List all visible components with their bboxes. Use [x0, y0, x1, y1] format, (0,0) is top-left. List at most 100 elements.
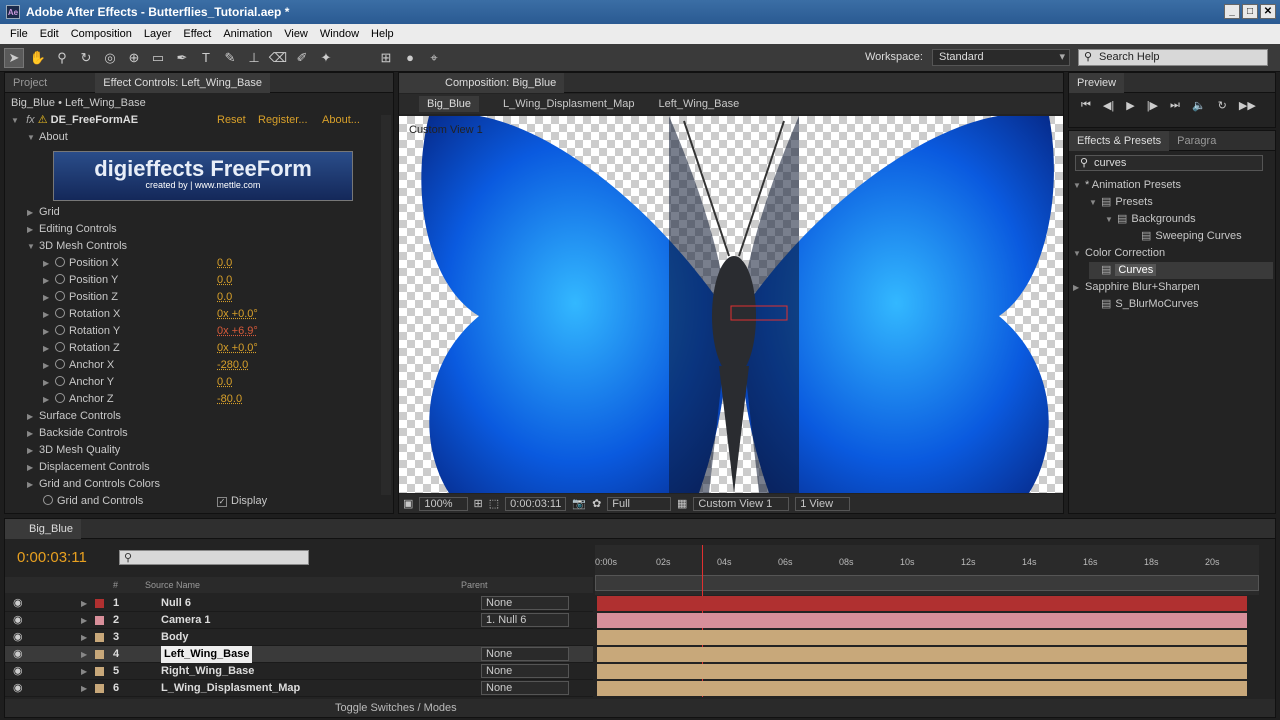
puppet-tool-icon[interactable]: ✦: [316, 48, 336, 68]
section-3d-mesh-controls[interactable]: 3D Mesh Controls: [39, 240, 127, 252]
timeline-current-time[interactable]: 0:00:03:11: [17, 549, 87, 566]
collapse-triangle-icon[interactable]: ▶: [81, 680, 87, 697]
section-grid[interactable]: Grid: [39, 206, 60, 218]
stopwatch-icon[interactable]: [55, 359, 65, 369]
param-value[interactable]: 0x +0.0°: [217, 340, 258, 357]
rotate-tool-icon[interactable]: ↻: [76, 48, 96, 68]
close-button[interactable]: ✕: [1260, 4, 1276, 19]
clone-tool-icon[interactable]: ⊥: [244, 48, 264, 68]
display-checkbox[interactable]: ✓: [217, 497, 227, 507]
collapse-triangle-icon[interactable]: ▶: [27, 425, 39, 442]
workspace-select[interactable]: Standard ▾: [932, 49, 1070, 66]
about-link[interactable]: About...: [322, 112, 360, 129]
label-color-swatch[interactable]: [95, 684, 104, 693]
stopwatch-icon[interactable]: [55, 325, 65, 335]
fx-icon[interactable]: fx: [26, 114, 35, 126]
label-color-swatch[interactable]: [95, 599, 104, 608]
crumb-l-wing-map[interactable]: L_Wing_Displasment_Map: [503, 98, 634, 110]
layer-name[interactable]: Left_Wing_Base: [161, 646, 253, 663]
safe-zones-icon[interactable]: ⊞: [474, 497, 483, 510]
section-editing-controls[interactable]: Editing Controls: [39, 223, 117, 235]
hand-tool-icon[interactable]: ✋: [28, 48, 48, 68]
zoom-tool-icon[interactable]: ⚲: [52, 48, 72, 68]
param-value[interactable]: 0.0: [217, 255, 232, 272]
parent-select[interactable]: None: [481, 647, 569, 661]
selection-tool-icon[interactable]: ➤: [4, 47, 24, 68]
collapse-triangle-icon[interactable]: ▶: [27, 221, 39, 238]
parent-select[interactable]: None: [481, 664, 569, 678]
tab-timeline[interactable]: Big_Blue: [5, 518, 82, 539]
timeline-search-input[interactable]: ⚲: [119, 550, 309, 565]
table-row[interactable]: ◉ ▶ 5 Right_Wing_Base None: [5, 663, 593, 680]
about-section[interactable]: About: [39, 131, 68, 143]
pan-behind-tool-icon[interactable]: ⊕: [124, 48, 144, 68]
collapse-triangle-icon[interactable]: ▶: [43, 255, 55, 272]
rectangle-tool-icon[interactable]: ▭: [148, 48, 168, 68]
menu-window[interactable]: Window: [314, 28, 365, 40]
layer-name[interactable]: L_Wing_Displasment_Map: [161, 680, 300, 697]
view-select[interactable]: Custom View 1: [693, 496, 790, 511]
text-tool-icon[interactable]: T: [196, 48, 216, 68]
tab-preview[interactable]: Preview: [1069, 72, 1125, 93]
expand-triangle-icon[interactable]: ▼: [11, 112, 23, 129]
collapse-triangle-icon[interactable]: ▶: [43, 340, 55, 357]
menu-effect[interactable]: Effect: [177, 28, 217, 40]
search-help-input[interactable]: ⚲ Search Help: [1078, 49, 1268, 66]
param-value[interactable]: -80.0: [217, 391, 242, 408]
collapse-triangle-icon[interactable]: ▶: [81, 612, 87, 629]
table-row[interactable]: ◉ ▶ 6 L_Wing_Displasment_Map None: [5, 680, 593, 697]
eye-icon[interactable]: ◉: [13, 629, 23, 646]
param-value[interactable]: -280.0: [217, 357, 248, 374]
stopwatch-icon[interactable]: [55, 308, 65, 318]
collapse-triangle-icon[interactable]: ▶: [81, 646, 87, 663]
layer-duration-bar[interactable]: [597, 630, 1247, 645]
stopwatch-icon[interactable]: [55, 342, 65, 352]
layer-duration-bar[interactable]: [597, 613, 1247, 628]
crumb-big-blue[interactable]: Big_Blue: [419, 96, 480, 112]
param-value[interactable]: 0.0: [217, 289, 232, 306]
roto-brush-tool-icon[interactable]: ✐: [292, 48, 312, 68]
expand-triangle-icon[interactable]: ▼: [27, 238, 39, 255]
collapse-triangle-icon[interactable]: ▶: [27, 459, 39, 476]
zoom-select[interactable]: 100%: [419, 496, 468, 511]
tab-paragraph[interactable]: Paragra: [1169, 131, 1224, 151]
snapshot-icon[interactable]: 📷: [572, 497, 586, 510]
eraser-tool-icon[interactable]: ⌫: [268, 48, 288, 68]
menu-layer[interactable]: Layer: [138, 28, 178, 40]
tree-triangle-icon[interactable]: ▼: [1089, 194, 1101, 211]
toggle-switches-modes[interactable]: Toggle Switches / Modes: [335, 702, 457, 714]
parent-select[interactable]: None: [481, 596, 569, 610]
collapse-triangle-icon[interactable]: ▶: [27, 204, 39, 221]
label-color-swatch[interactable]: [95, 633, 104, 642]
world-axis-icon[interactable]: ●: [400, 48, 420, 68]
label-color-swatch[interactable]: [95, 667, 104, 676]
menu-animation[interactable]: Animation: [217, 28, 278, 40]
reset-link[interactable]: Reset: [217, 112, 246, 129]
eye-icon[interactable]: ◉: [13, 595, 23, 612]
label-color-swatch[interactable]: [95, 616, 104, 625]
tree-triangle-icon[interactable]: ▼: [1073, 177, 1085, 194]
preset-tree-item[interactable]: ▼ Color Correction: [1073, 245, 1273, 262]
comp-viewer[interactable]: Custom View 1: [399, 116, 1063, 493]
collapse-triangle-icon[interactable]: ▶: [43, 306, 55, 323]
collapse-triangle-icon[interactable]: ▶: [43, 391, 55, 408]
menu-edit[interactable]: Edit: [34, 28, 65, 40]
expand-triangle-icon[interactable]: ▼: [27, 129, 39, 146]
eye-icon[interactable]: ◉: [13, 646, 23, 663]
stopwatch-icon[interactable]: [55, 274, 65, 284]
effects-search-input[interactable]: ⚲ curves: [1075, 155, 1263, 171]
next-frame-icon[interactable]: |▶: [1147, 99, 1158, 112]
layer-name[interactable]: Right_Wing_Base: [161, 663, 254, 680]
tab-effects-presets[interactable]: Effects & Presets: [1069, 130, 1170, 151]
effect-section[interactable]: ▶ 3D Mesh Quality: [27, 442, 120, 459]
param-row[interactable]: ▶ Rotation Z 0x +0.0°: [43, 340, 383, 357]
collapse-triangle-icon[interactable]: ▶: [43, 289, 55, 306]
param-row[interactable]: ▶ Position Y 0.0: [43, 272, 383, 289]
param-value[interactable]: 0.0: [217, 272, 232, 289]
param-row[interactable]: ▶ Rotation X 0x +0.0°: [43, 306, 383, 323]
register-link[interactable]: Register...: [258, 112, 308, 129]
current-time-display[interactable]: 0:00:03:11: [505, 496, 567, 511]
effect-section[interactable]: ▶ Surface Controls: [27, 408, 121, 425]
last-frame-icon[interactable]: ⏭: [1170, 99, 1180, 112]
layer-name[interactable]: Camera 1: [161, 612, 211, 629]
